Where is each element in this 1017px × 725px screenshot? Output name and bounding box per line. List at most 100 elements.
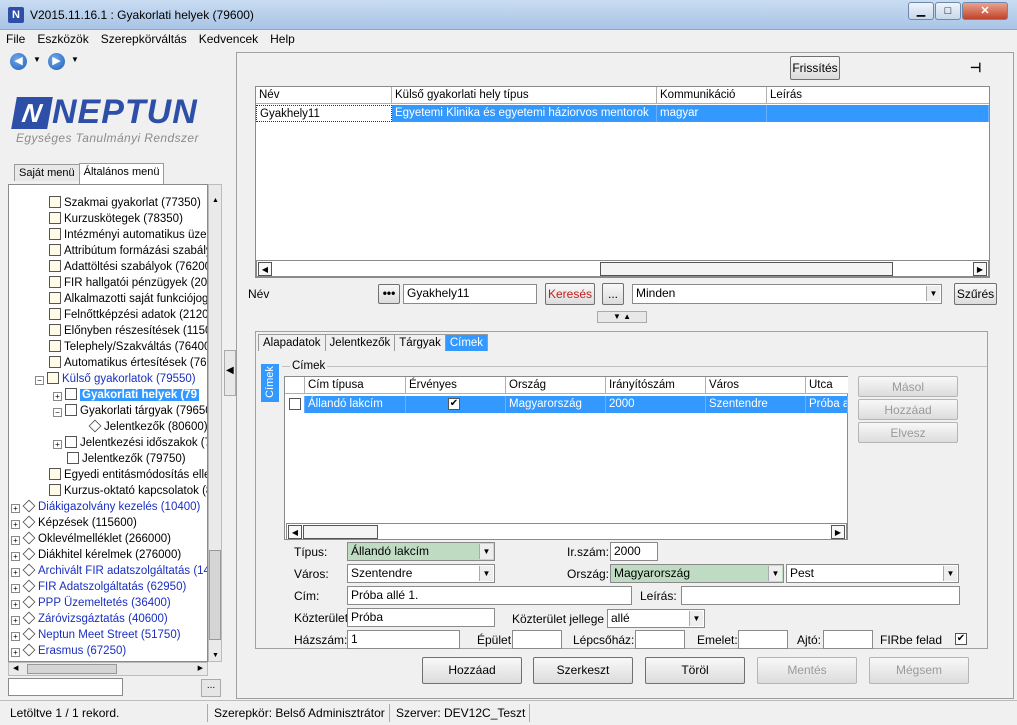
side-tab-cimek[interactable]: Címek (261, 364, 279, 402)
tree-expander-icon[interactable]: + (11, 504, 20, 513)
col-cim-tipusa[interactable]: Cím típusa (305, 377, 406, 394)
tree-item[interactable]: Intézményi automatikus üzene (49, 227, 207, 243)
filter-button[interactable]: Szűrés (954, 283, 997, 305)
tree-item[interactable]: Telephely/Szakváltás (76400 (49, 339, 207, 355)
col-ervenyes[interactable]: Érvényes (406, 377, 506, 394)
emelet-input[interactable] (738, 630, 788, 649)
tree-item[interactable]: Egyedi entitásmódosítás ellen (49, 467, 207, 483)
col-utca[interactable]: Utca (806, 377, 848, 394)
tree-item[interactable]: Kurzus-oktató kapcsolatok (8 (49, 483, 207, 499)
tree-item[interactable]: Szakmai gyakorlat (77350) (49, 195, 201, 211)
col-iranyitoszam[interactable]: Irányítószám (606, 377, 706, 394)
tree-item[interactable]: + Archivált FIR adatszolgáltatás (14 (11, 563, 207, 579)
ajto-input[interactable] (823, 630, 873, 649)
epulet-input[interactable] (512, 630, 562, 649)
tree-item[interactable]: + Diákigazolvány kezelés (10400) (11, 499, 200, 515)
tree-item[interactable]: + Erasmus (67250) (11, 643, 126, 659)
megye-select[interactable]: Pest ▼ (786, 564, 959, 583)
tree-expander-icon[interactable]: + (11, 616, 20, 625)
tree-item[interactable]: + Gyakorlati helyek (79 (53, 387, 200, 403)
irsz-input[interactable]: 2000 (610, 542, 658, 561)
tab-targyak[interactable]: Tárgyak (394, 334, 446, 351)
tree-item[interactable]: + Jelentkezési időszakok (7 (53, 435, 207, 451)
tree-item[interactable]: Automatikus értesítések (766 (49, 355, 207, 371)
back-dropdown-icon[interactable]: ▼ (33, 55, 41, 64)
split-arrows[interactable]: ▼ ▲ (597, 311, 647, 323)
tab-alapadatok[interactable]: Alapadatok (258, 334, 326, 351)
tree-search-button[interactable]: ... (201, 679, 221, 697)
ellipsis-button[interactable]: ... (602, 283, 624, 305)
save-button[interactable]: Mentés (757, 657, 857, 684)
maximize-button[interactable]: □ (935, 2, 961, 20)
tab-altalanos-menu[interactable]: Általános menü (78, 163, 165, 184)
lepcsohaz-input[interactable] (635, 630, 685, 649)
minimize-button[interactable]: ▁ (908, 2, 934, 20)
tree-expander-icon[interactable]: + (11, 536, 20, 545)
tree-expander-icon[interactable]: + (11, 568, 20, 577)
tree-item[interactable]: Jelentkezők (80600) (88, 419, 207, 435)
jelleg-select[interactable]: allé ▼ (607, 609, 705, 628)
edit-button[interactable]: Szerkeszt (533, 657, 633, 684)
kozterulet-input[interactable]: Próba (347, 608, 495, 627)
menu-szerepkorvaltas[interactable]: Szerepkörváltás (95, 30, 193, 46)
delete-button[interactable]: Töröl (645, 657, 745, 684)
add-button[interactable]: Hozzáad (422, 657, 522, 684)
tab-sajat-menu[interactable]: Saját menü (14, 164, 80, 181)
tree-item[interactable]: + Diákhitel kérelmek (276000) (11, 547, 181, 563)
tree-item[interactable]: Jelentkezők (79750) (67, 451, 186, 467)
tree-expander-icon[interactable]: + (53, 440, 62, 449)
cancel-button[interactable]: Mégsem (869, 657, 969, 684)
tree-expander-icon[interactable]: + (11, 632, 20, 641)
tree-item[interactable]: − Gyakorlati tárgyak (79650 (53, 403, 207, 419)
addresses-grid-hscroll[interactable]: ◀ ▶ (286, 523, 847, 540)
tree-expander-icon[interactable]: + (11, 600, 20, 609)
tree-search-input[interactable] (8, 678, 123, 696)
tree-item[interactable]: + Képzések (115600) (11, 515, 137, 531)
cim-input[interactable]: Próba allé 1. (347, 586, 632, 605)
tree-expander-icon[interactable]: − (35, 376, 44, 385)
tab-cimek[interactable]: Címek (444, 334, 489, 351)
tree-item[interactable]: + PPP Üzemeltetés (36400) (11, 595, 171, 611)
tree-expander-icon[interactable]: + (53, 392, 62, 401)
tree-item[interactable]: + Oklevélmelléklet (266000) (11, 531, 171, 547)
tree-item[interactable]: FIR hallgatói pénzügyek (2040 (49, 275, 207, 291)
tree-item[interactable]: Előnyben részesítések (1150 (49, 323, 207, 339)
remove-address-button[interactable]: Elvesz (858, 422, 958, 443)
forward-dropdown-icon[interactable]: ▼ (71, 55, 79, 64)
col-leiras[interactable]: Leírás (767, 87, 989, 104)
menu-eszkozok[interactable]: Eszközök (31, 30, 94, 46)
tree-item[interactable]: − Külső gyakorlatok (79550) (35, 371, 196, 387)
tree-item[interactable]: + FIR Adatszolgáltatás (62950) (11, 579, 186, 595)
filter-select[interactable]: Minden ▼ (632, 284, 942, 304)
col-varos[interactable]: Város (706, 377, 806, 394)
tree-item[interactable]: Kurzuskötegek (78350) (49, 211, 183, 227)
col-nev[interactable]: Név (256, 87, 392, 104)
tree-item[interactable]: + Neptun Meet Street (51750) (11, 627, 181, 643)
tree-item[interactable]: + Záróvizsgáztatás (40600) (11, 611, 168, 627)
search-button[interactable]: Keresés (545, 283, 595, 305)
menu-kedvencek[interactable]: Kedvencek (193, 30, 264, 46)
menu-help[interactable]: Help (264, 30, 301, 46)
varos-select[interactable]: Szentendre ▼ (347, 564, 495, 583)
tree-horizontal-scrollbar[interactable]: ◀ ▶ (8, 662, 208, 676)
orszag-select[interactable]: Magyarország ▼ (610, 564, 784, 583)
tree-item[interactable]: Felnőttképzési adatok (21200 (49, 307, 207, 323)
col-orszag[interactable]: Ország (506, 377, 606, 394)
tree-expander-icon[interactable]: + (11, 584, 20, 593)
fir-checkbox[interactable]: ✔ (955, 633, 967, 645)
ervenyes-checkbox[interactable]: ✔ (448, 398, 460, 410)
forward-arrow-icon[interactable]: ▶ (48, 53, 65, 70)
more-options-button[interactable]: ••• (378, 284, 400, 304)
tree-item[interactable]: Attribútum formázási szabályok (49, 243, 207, 259)
menu-file[interactable]: File (0, 30, 31, 46)
tree-item[interactable]: Alkalmazotti saját funkciójogo (49, 291, 207, 307)
back-arrow-icon[interactable]: ◀ (10, 53, 27, 70)
tree-vertical-scrollbar[interactable]: ▲ ▼ (208, 184, 222, 662)
tree-item[interactable]: Adattöltési szabályok (76200) (49, 259, 207, 275)
close-button[interactable]: ✕ (962, 2, 1008, 20)
col-kommunikacio-nyelve[interactable]: Kommunikáció nyelve (657, 87, 767, 117)
tree-expander-icon[interactable]: − (53, 408, 62, 417)
row-checkbox[interactable] (289, 398, 301, 410)
copy-button[interactable]: Másol (858, 376, 958, 397)
leiras-input[interactable] (681, 586, 960, 605)
